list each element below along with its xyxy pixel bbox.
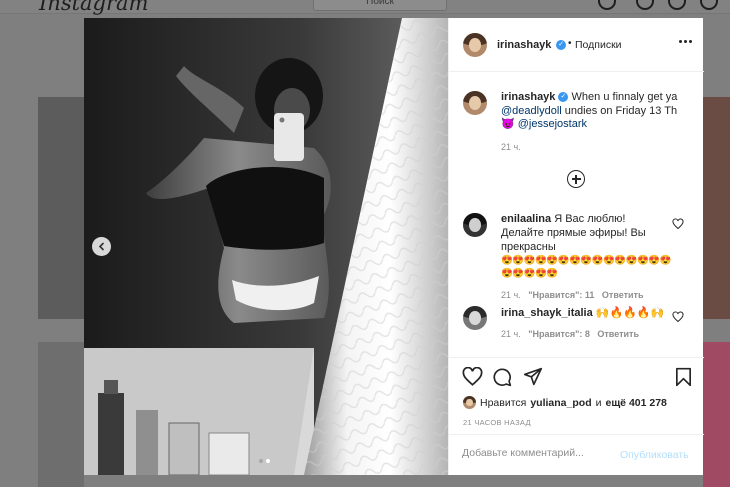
share-icon[interactable] [523, 367, 543, 386]
likes-summary: Нравится yuliana_pod и ещё 401 278 [463, 396, 667, 409]
direct-icon[interactable] [636, 0, 654, 10]
carousel-dots [259, 459, 270, 463]
grid-tile[interactable] [38, 342, 84, 487]
post-photo[interactable] [84, 18, 448, 475]
add-comment-bar: Опубликовать [449, 434, 704, 476]
carousel-dot-active [266, 459, 270, 463]
comment-input[interactable] [462, 447, 612, 459]
avatar[interactable] [463, 396, 476, 409]
comment-username[interactable]: enilaalina [501, 213, 551, 225]
dot-separator: • [568, 38, 572, 49]
comment-likes[interactable]: "Нравится": 8 [528, 329, 590, 339]
mention-link[interactable]: @deadlydoll [501, 105, 562, 117]
grid-tile[interactable] [38, 97, 84, 319]
like-heart-icon[interactable] [462, 367, 483, 386]
comment-username[interactable]: irina_shayk_italia [501, 307, 593, 319]
comment-meta: 21 ч. "Нравится": 8 Ответить [501, 327, 671, 341]
reply-button[interactable]: Ответить [602, 290, 644, 300]
comment-item: irina_shayk_italia 🙌🔥🔥🔥🙌 21 ч. "Нравится… [501, 306, 671, 341]
instagram-logo: Instagram [39, 0, 149, 15]
nav-icons [596, 0, 726, 12]
comment-emojis: 😍😍😍😍😍😍😍😍😍😍😍😍😍😍😍😍😍😍😍😍 [501, 255, 671, 279]
likes-user[interactable]: yuliana_pod [530, 397, 591, 409]
avatar[interactable] [463, 306, 487, 330]
load-more-comments-icon[interactable] [567, 170, 585, 188]
photo-image [84, 18, 448, 475]
chevron-left-icon [98, 242, 104, 251]
grid-tile[interactable] [703, 97, 730, 319]
avatar[interactable] [463, 33, 487, 57]
comment-time[interactable]: 21 ч. [501, 329, 521, 339]
avatar[interactable] [463, 213, 487, 237]
save-bookmark-icon[interactable] [675, 367, 692, 387]
caption-text: undies on Friday 13 Th [564, 104, 678, 117]
heart-icon[interactable] [672, 218, 684, 230]
carousel-dot [259, 459, 263, 463]
grid-tile[interactable] [703, 342, 730, 487]
activity-icon[interactable] [700, 0, 718, 10]
verified-badge-icon: ✓ [558, 92, 569, 103]
publish-button[interactable]: Опубликовать [620, 449, 689, 461]
verified-badge-icon: ✓ [556, 40, 566, 50]
more-options-icon[interactable] [679, 40, 692, 43]
caption-time[interactable]: 21 ч. [501, 141, 696, 155]
comment-item: enilaalina Я Вас люблю! Делайте прямые э… [501, 212, 671, 302]
comment-icon[interactable] [492, 367, 512, 387]
caption-username[interactable]: irinashayk [501, 91, 555, 103]
likes-and: и [595, 396, 602, 409]
post-timestamp[interactable]: 21 ЧАСОВ НАЗАД [463, 418, 531, 427]
post-side-panel: irinashayk ✓ • Подписки irinashayk ✓ Whe… [448, 18, 704, 475]
comment-emojis: 🙌🔥🔥🔥🙌 [595, 307, 665, 319]
search-input[interactable]: Поиск [313, 0, 447, 11]
comment-meta: 21 ч. "Нравится": 11 Ответить [501, 288, 671, 302]
post-author-username[interactable]: irinashayk [497, 39, 551, 51]
post-actions: Нравится yuliana_pod и ещё 401 278 21 ЧА… [449, 357, 704, 475]
explore-icon[interactable] [668, 0, 686, 10]
reply-button[interactable]: Ответить [597, 329, 639, 339]
top-nav: Instagram Поиск [0, 0, 730, 15]
likes-count[interactable]: ещё 401 278 [605, 397, 666, 409]
devil-emoji: 😈 [501, 118, 515, 130]
mention-link[interactable]: @jessejostark [518, 118, 587, 130]
caption-text: When u finnaly get ya [571, 91, 678, 103]
comment-likes[interactable]: "Нравится": 11 [528, 290, 594, 300]
post-caption: irinashayk ✓ When u finnaly get ya @dead… [501, 91, 696, 154]
comment-time[interactable]: 21 ч. [501, 290, 521, 300]
carousel-prev-button[interactable] [92, 237, 111, 256]
avatar[interactable] [463, 91, 487, 115]
likes-prefix: Нравится [480, 396, 527, 409]
following-button[interactable]: Подписки [575, 39, 622, 51]
post-header: irinashayk ✓ • Подписки [449, 18, 704, 72]
heart-icon[interactable] [672, 311, 684, 323]
home-icon[interactable] [598, 0, 616, 10]
